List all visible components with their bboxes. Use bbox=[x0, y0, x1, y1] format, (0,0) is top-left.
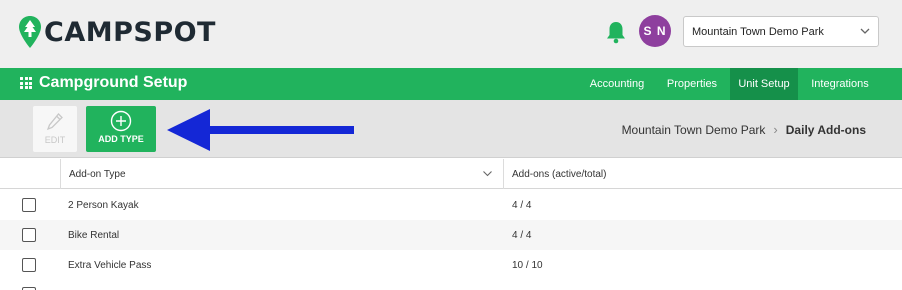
addon-type-cell: Extra Vehicle Pass bbox=[68, 259, 152, 271]
addon-count-cell: 4 / 4 bbox=[512, 229, 532, 241]
tab-integrations[interactable]: Integrations bbox=[802, 68, 878, 100]
column-header-addons-count[interactable]: Add-ons (active/total) bbox=[503, 159, 902, 189]
row-checkbox[interactable] bbox=[22, 228, 36, 242]
column-header-addons-count-label: Add-ons (active/total) bbox=[512, 168, 607, 180]
breadcrumb: Mountain Town Demo Park › Daily Add-ons bbox=[622, 122, 866, 137]
add-type-button-label: ADD TYPE bbox=[98, 134, 144, 144]
row-checkbox[interactable] bbox=[22, 258, 36, 272]
brand-name: CAMPSPOT bbox=[44, 16, 216, 48]
toolbar: EDIT ADD TYPE Mountain Town Demo Park › … bbox=[0, 100, 902, 158]
plus-circle-icon bbox=[110, 110, 132, 132]
park-selector-value: Mountain Town Demo Park bbox=[692, 26, 824, 38]
chevron-down-icon bbox=[860, 28, 870, 34]
nav-title[interactable]: Campground Setup bbox=[20, 74, 187, 92]
addon-count-cell: 10 / 10 bbox=[512, 259, 543, 271]
annotation-arrow-icon bbox=[167, 109, 354, 151]
park-selector[interactable]: Mountain Town Demo Park bbox=[683, 16, 879, 47]
addon-type-cell: 2 Person Kayak bbox=[68, 199, 139, 211]
column-header-addon-type[interactable]: Add-on Type bbox=[60, 159, 503, 189]
add-type-button[interactable]: ADD TYPE bbox=[86, 106, 156, 152]
campspot-logo[interactable]: CAMPSPOT bbox=[18, 14, 216, 50]
nav-title-text: Campground Setup bbox=[39, 74, 188, 91]
chevron-down-icon[interactable] bbox=[482, 168, 493, 179]
tab-unit-setup[interactable]: Unit Setup bbox=[730, 68, 798, 100]
top-header: CAMPSPOT S N Mountain Town Demo Park bbox=[0, 0, 902, 68]
pencil-icon bbox=[46, 113, 63, 131]
apps-grid-icon[interactable] bbox=[20, 77, 32, 89]
addon-type-cell: Bike Rental bbox=[68, 229, 120, 241]
column-header-addon-type-label: Add-on Type bbox=[69, 168, 126, 180]
table-row[interactable]: Extra Vehicle Pass 10 / 10 bbox=[0, 250, 902, 280]
edit-button[interactable]: EDIT bbox=[33, 106, 77, 152]
user-avatar[interactable]: S N bbox=[639, 15, 671, 47]
addon-count-cell: 4 / 4 bbox=[512, 199, 532, 211]
user-initials: S N bbox=[643, 24, 667, 38]
chevron-right-icon: › bbox=[773, 122, 778, 137]
breadcrumb-parent[interactable]: Mountain Town Demo Park bbox=[622, 123, 766, 137]
breadcrumb-current: Daily Add-ons bbox=[785, 122, 866, 137]
table-row[interactable]: 2 Person Kayak 4 / 4 bbox=[0, 190, 902, 220]
row-checkbox[interactable] bbox=[22, 198, 36, 212]
main-nav: Campground Setup Accounting Properties U… bbox=[0, 68, 902, 100]
tab-accounting[interactable]: Accounting bbox=[582, 68, 652, 100]
tree-pin-icon bbox=[19, 16, 41, 48]
table-row[interactable]: Bike Rental 4 / 4 bbox=[0, 220, 902, 250]
bell-icon[interactable] bbox=[605, 20, 627, 44]
table-header: Add-on Type Add-ons (active/total) bbox=[0, 159, 902, 189]
edit-button-label: EDIT bbox=[44, 135, 66, 145]
tab-properties[interactable]: Properties bbox=[658, 68, 726, 100]
